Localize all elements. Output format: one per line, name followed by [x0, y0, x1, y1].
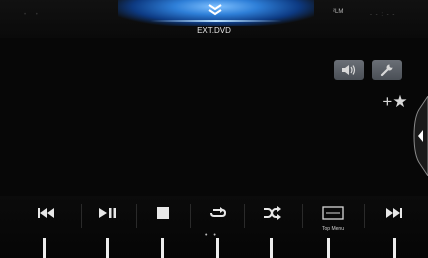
stop-button[interactable] [147, 200, 179, 226]
double-chevron-down-icon[interactable] [206, 3, 224, 17]
tick-marker [161, 238, 164, 258]
menu-screen-icon [322, 206, 344, 220]
shuffle-button[interactable] [256, 200, 288, 226]
next-track-button[interactable] [378, 200, 410, 226]
tick-marker [327, 238, 330, 258]
source-label: EXT.DVD [197, 26, 231, 35]
signal-indicator: ²LM [333, 9, 344, 15]
tick-marker [43, 238, 46, 258]
tick-marker [106, 238, 109, 258]
skip-next-icon [386, 208, 402, 218]
separator [244, 204, 245, 228]
top-menu-label: Top Menu [322, 226, 344, 232]
tick-marker [270, 238, 273, 258]
status-dots: • • [24, 12, 42, 18]
shuffle-icon [264, 206, 281, 220]
add-favorite-star-icon[interactable]: +★ [382, 92, 408, 112]
top-menu-button[interactable] [316, 200, 350, 226]
repeat-button[interactable] [202, 200, 234, 226]
wrench-icon [380, 64, 393, 77]
repeat-icon [210, 207, 227, 217]
separator [364, 204, 365, 228]
tick-marker [216, 238, 219, 258]
side-panel-tab[interactable] [410, 96, 428, 176]
audio-settings-button[interactable] [334, 60, 364, 80]
separator [190, 204, 191, 228]
play-pause-button[interactable] [92, 200, 124, 226]
play-pause-icon [99, 208, 116, 218]
stop-icon [157, 207, 169, 219]
settings-button[interactable] [372, 60, 402, 80]
skip-previous-icon [38, 208, 54, 218]
separator [136, 204, 137, 228]
top-glow-line [150, 20, 282, 22]
tick-marker [393, 238, 396, 258]
separator [302, 204, 303, 228]
separator [81, 204, 82, 228]
speaker-waves-icon [342, 65, 356, 75]
clock-display: - - : - - [370, 12, 396, 18]
previous-track-button[interactable] [30, 200, 62, 226]
